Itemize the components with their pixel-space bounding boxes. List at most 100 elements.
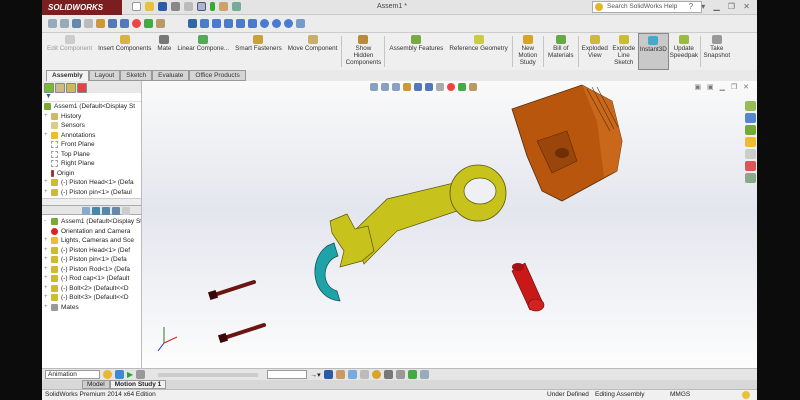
- help-search-input[interactable]: Search SolidWorks Help: [592, 1, 702, 13]
- solidworks-logo[interactable]: SOLIDWORKS: [42, 0, 122, 15]
- filter-icon[interactable]: ▼: [42, 93, 141, 102]
- save-icon[interactable]: [158, 2, 167, 11]
- window-controls[interactable]: ? ▾ ▁ ❐ ✕: [689, 2, 753, 11]
- left-view-icon[interactable]: [224, 19, 233, 28]
- piston-rod[interactable]: [329, 164, 507, 268]
- new-motion-study-button[interactable]: New Motion Study: [514, 33, 542, 70]
- tab-sketch[interactable]: Sketch: [120, 70, 153, 81]
- reference-geometry-button[interactable]: Reference Geometry: [446, 33, 510, 70]
- view-settings-icon[interactable]: [156, 19, 165, 28]
- options-icon[interactable]: [232, 2, 241, 11]
- motion-tree-icon[interactable]: [92, 207, 100, 215]
- play-from-start-icon[interactable]: [115, 370, 124, 379]
- units-selector[interactable]: MMGS: [670, 390, 690, 400]
- motion-tree-rod-cap[interactable]: + (-) Rod cap<1> (Default: [44, 274, 141, 284]
- update-speedpak-button[interactable]: Update Speedpak: [669, 33, 699, 70]
- tree-item-piston-head[interactable]: + (-) Piston Head<1> (Defa: [44, 178, 141, 188]
- tab-layout[interactable]: Layout: [88, 70, 121, 81]
- hide-show-icon[interactable]: [120, 19, 129, 28]
- select-icon[interactable]: [197, 2, 206, 11]
- tab-evaluate[interactable]: Evaluate: [152, 70, 190, 81]
- bolt-2[interactable]: [207, 280, 256, 301]
- motion-tree-lights[interactable]: + Lights, Cameras and Sce: [44, 236, 141, 246]
- forum-icon[interactable]: [745, 173, 756, 183]
- appearances-icon[interactable]: [745, 149, 756, 159]
- file-properties-icon[interactable]: [219, 2, 228, 11]
- standard-views-icon[interactable]: [188, 19, 197, 28]
- file-explorer-icon[interactable]: [745, 125, 756, 135]
- tree-item-origin[interactable]: Origin: [44, 169, 141, 179]
- print-icon[interactable]: [171, 2, 180, 11]
- view-palette-icon[interactable]: [745, 137, 756, 147]
- view-orientation-icon[interactable]: [96, 19, 105, 28]
- feature-manager-tab[interactable]: [44, 83, 54, 93]
- linear-component-pattern-button[interactable]: Linear Compone...: [174, 33, 232, 70]
- explode-line-sketch-button[interactable]: Explode Line Sketch: [610, 33, 638, 70]
- gravity-icon[interactable]: [407, 370, 417, 379]
- tree-item-sensors[interactable]: Sensors: [44, 121, 141, 131]
- design-library-icon[interactable]: [745, 113, 756, 123]
- zoom-fit-icon[interactable]: [48, 19, 57, 28]
- display-style-icon[interactable]: [108, 19, 117, 28]
- motion-tree-bolt-2[interactable]: + (-) Bolt<2> (Default<<D: [44, 284, 141, 294]
- motion-tree-piston-head[interactable]: + (-) Piston Head<1> (Def: [44, 246, 141, 256]
- move-component-button[interactable]: Move Component: [285, 33, 341, 70]
- motor-icon[interactable]: [371, 370, 381, 379]
- back-view-icon[interactable]: [212, 19, 221, 28]
- motion-tree-assembly[interactable]: - Assem1 (Default<Display St: [44, 217, 141, 227]
- results-icon[interactable]: [419, 370, 429, 379]
- take-snapshot-button[interactable]: Take Snapshot: [702, 33, 732, 70]
- rebuild-status-icon[interactable]: [742, 391, 750, 399]
- resources-icon[interactable]: [745, 101, 756, 111]
- show-hidden-components-button[interactable]: Show Hidden Components: [343, 33, 383, 70]
- autokey-icon[interactable]: [347, 370, 357, 379]
- tree-item-right-plane[interactable]: Right Plane: [44, 159, 141, 169]
- normal-to-icon[interactable]: [296, 19, 305, 28]
- tab-office-products[interactable]: Office Products: [189, 70, 246, 81]
- open-icon[interactable]: [145, 2, 154, 11]
- motion-tree-mates[interactable]: + Mates: [44, 303, 141, 313]
- add-key-icon[interactable]: [359, 370, 369, 379]
- previous-view-icon[interactable]: [72, 19, 81, 28]
- front-view-icon[interactable]: [200, 19, 209, 28]
- piston-pin[interactable]: [511, 262, 545, 312]
- tree-item-history[interactable]: + History: [44, 112, 141, 122]
- play-icon[interactable]: ▶: [127, 370, 133, 379]
- calculate-icon[interactable]: [103, 370, 112, 379]
- dimetric-view-icon[interactable]: [284, 19, 293, 28]
- trimetric-view-icon[interactable]: [272, 19, 281, 28]
- tree-item-top-plane[interactable]: Top Plane: [44, 150, 141, 160]
- collapse-icon[interactable]: [112, 207, 120, 215]
- save-animation-icon[interactable]: [323, 370, 333, 379]
- playback-slider[interactable]: [158, 372, 259, 377]
- piston-head[interactable]: [511, 84, 623, 202]
- exploded-view-button[interactable]: Exploded View: [580, 33, 610, 70]
- lock-icon[interactable]: [122, 207, 130, 215]
- section-view-icon[interactable]: [84, 19, 93, 28]
- new-icon[interactable]: [132, 2, 141, 11]
- motion-tree-bolt-3[interactable]: + (-) Bolt<3> (Default<<D: [44, 293, 141, 303]
- tab-motion-study-1[interactable]: Motion Study 1: [109, 380, 167, 389]
- playback-speed-select[interactable]: [267, 370, 308, 379]
- edit-component-button[interactable]: Edit Component: [44, 33, 95, 70]
- horizontal-scrollbar[interactable]: [42, 198, 141, 205]
- instant3d-button[interactable]: Instant3D: [637, 33, 669, 70]
- appearance-icon[interactable]: [132, 19, 141, 28]
- scene-icon[interactable]: [144, 19, 153, 28]
- configuration-manager-tab[interactable]: [66, 83, 76, 93]
- motion-tree-piston-rod[interactable]: + (-) Piston Rod<1> (Defa: [44, 265, 141, 275]
- top-view-icon[interactable]: [248, 19, 257, 28]
- right-view-icon[interactable]: [236, 19, 245, 28]
- spring-icon[interactable]: [383, 370, 393, 379]
- custom-properties-icon[interactable]: [745, 161, 756, 171]
- stop-icon[interactable]: [136, 370, 146, 379]
- tree-item-piston-pin[interactable]: + (-) Piston pin<1> (Defaul: [44, 188, 141, 198]
- zoom-area-icon[interactable]: [60, 19, 69, 28]
- smart-fasteners-button[interactable]: Smart Fasteners: [232, 33, 285, 70]
- property-manager-tab[interactable]: [55, 83, 65, 93]
- graphics-viewport[interactable]: ▣ ▣ ▁ ❐ ✕: [142, 81, 757, 368]
- motion-tree-orientation[interactable]: Orientation and Camera: [44, 227, 141, 237]
- display-manager-tab[interactable]: [77, 83, 87, 93]
- study-type-select[interactable]: Animation: [45, 370, 100, 379]
- animation-wizard-icon[interactable]: [335, 370, 345, 379]
